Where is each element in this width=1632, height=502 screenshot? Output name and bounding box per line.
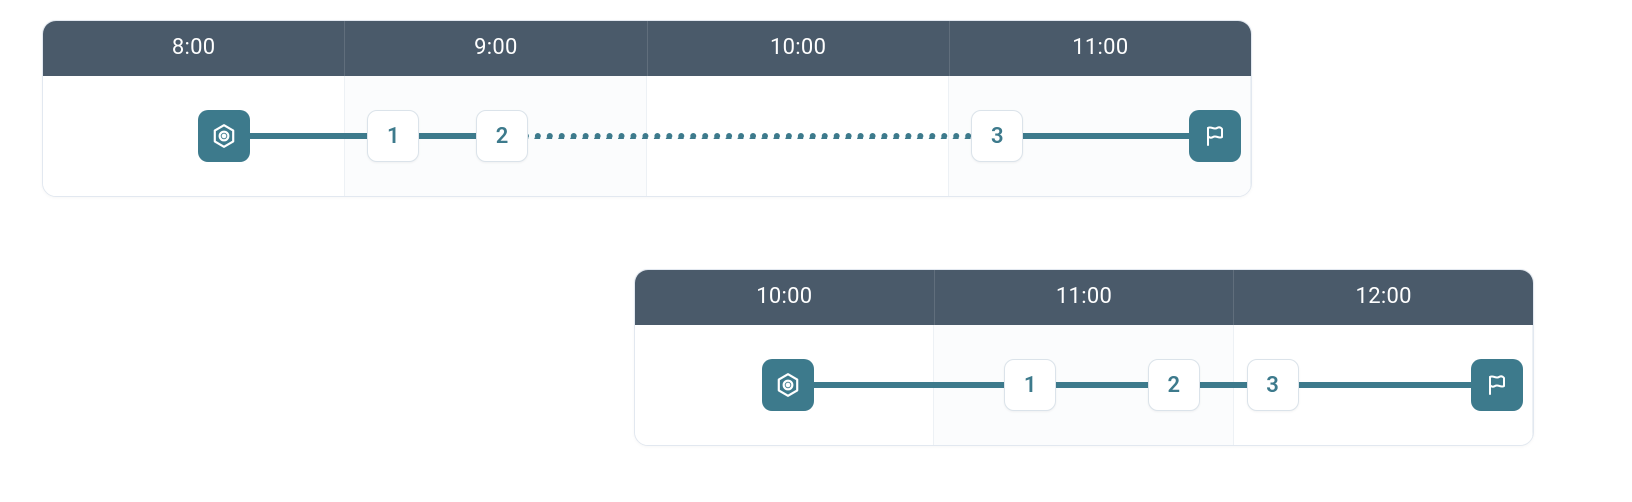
step-label: 2 bbox=[496, 124, 509, 149]
start-node bbox=[198, 110, 250, 162]
timeline-header: 8:00 9:00 10:00 11:00 bbox=[43, 21, 1251, 76]
timeline-1: 8:00 9:00 10:00 11:00 bbox=[42, 20, 1252, 197]
gear-icon bbox=[775, 372, 801, 398]
gear-icon bbox=[211, 123, 237, 149]
segment-solid bbox=[788, 382, 1030, 388]
step-node: 1 bbox=[1004, 359, 1056, 411]
timeline-body: 1 2 3 bbox=[635, 325, 1533, 445]
segment-solid bbox=[1273, 382, 1498, 388]
time-column-header: 8:00 bbox=[43, 21, 345, 76]
step-node: 3 bbox=[971, 110, 1023, 162]
end-node bbox=[1471, 359, 1523, 411]
step-node: 2 bbox=[476, 110, 528, 162]
time-column-header: 10:00 bbox=[648, 21, 950, 76]
step-node: 2 bbox=[1148, 359, 1200, 411]
timeline-track: 1 2 3 bbox=[635, 325, 1533, 445]
step-label: 2 bbox=[1168, 373, 1181, 398]
time-column-header: 9:00 bbox=[345, 21, 647, 76]
timeline-header: 10:00 11:00 12:00 bbox=[635, 270, 1533, 325]
segment-solid bbox=[997, 133, 1214, 139]
step-node: 1 bbox=[367, 110, 419, 162]
step-label: 1 bbox=[387, 124, 400, 149]
timeline-body: 1 2 3 bbox=[43, 76, 1251, 196]
time-column-header: 11:00 bbox=[935, 270, 1235, 325]
segment-dotted bbox=[502, 133, 997, 139]
time-column-header: 12:00 bbox=[1234, 270, 1533, 325]
end-node bbox=[1189, 110, 1241, 162]
time-column-header: 11:00 bbox=[950, 21, 1251, 76]
flag-icon bbox=[1203, 124, 1227, 148]
start-node bbox=[762, 359, 814, 411]
timeline-2: 10:00 11:00 12:00 1 bbox=[634, 269, 1534, 446]
timeline-track: 1 2 3 bbox=[43, 76, 1251, 196]
step-node: 3 bbox=[1247, 359, 1299, 411]
time-column-header: 10:00 bbox=[635, 270, 935, 325]
step-label: 3 bbox=[991, 124, 1004, 149]
step-label: 3 bbox=[1266, 373, 1279, 398]
step-label: 1 bbox=[1024, 373, 1037, 398]
flag-icon bbox=[1485, 373, 1509, 397]
